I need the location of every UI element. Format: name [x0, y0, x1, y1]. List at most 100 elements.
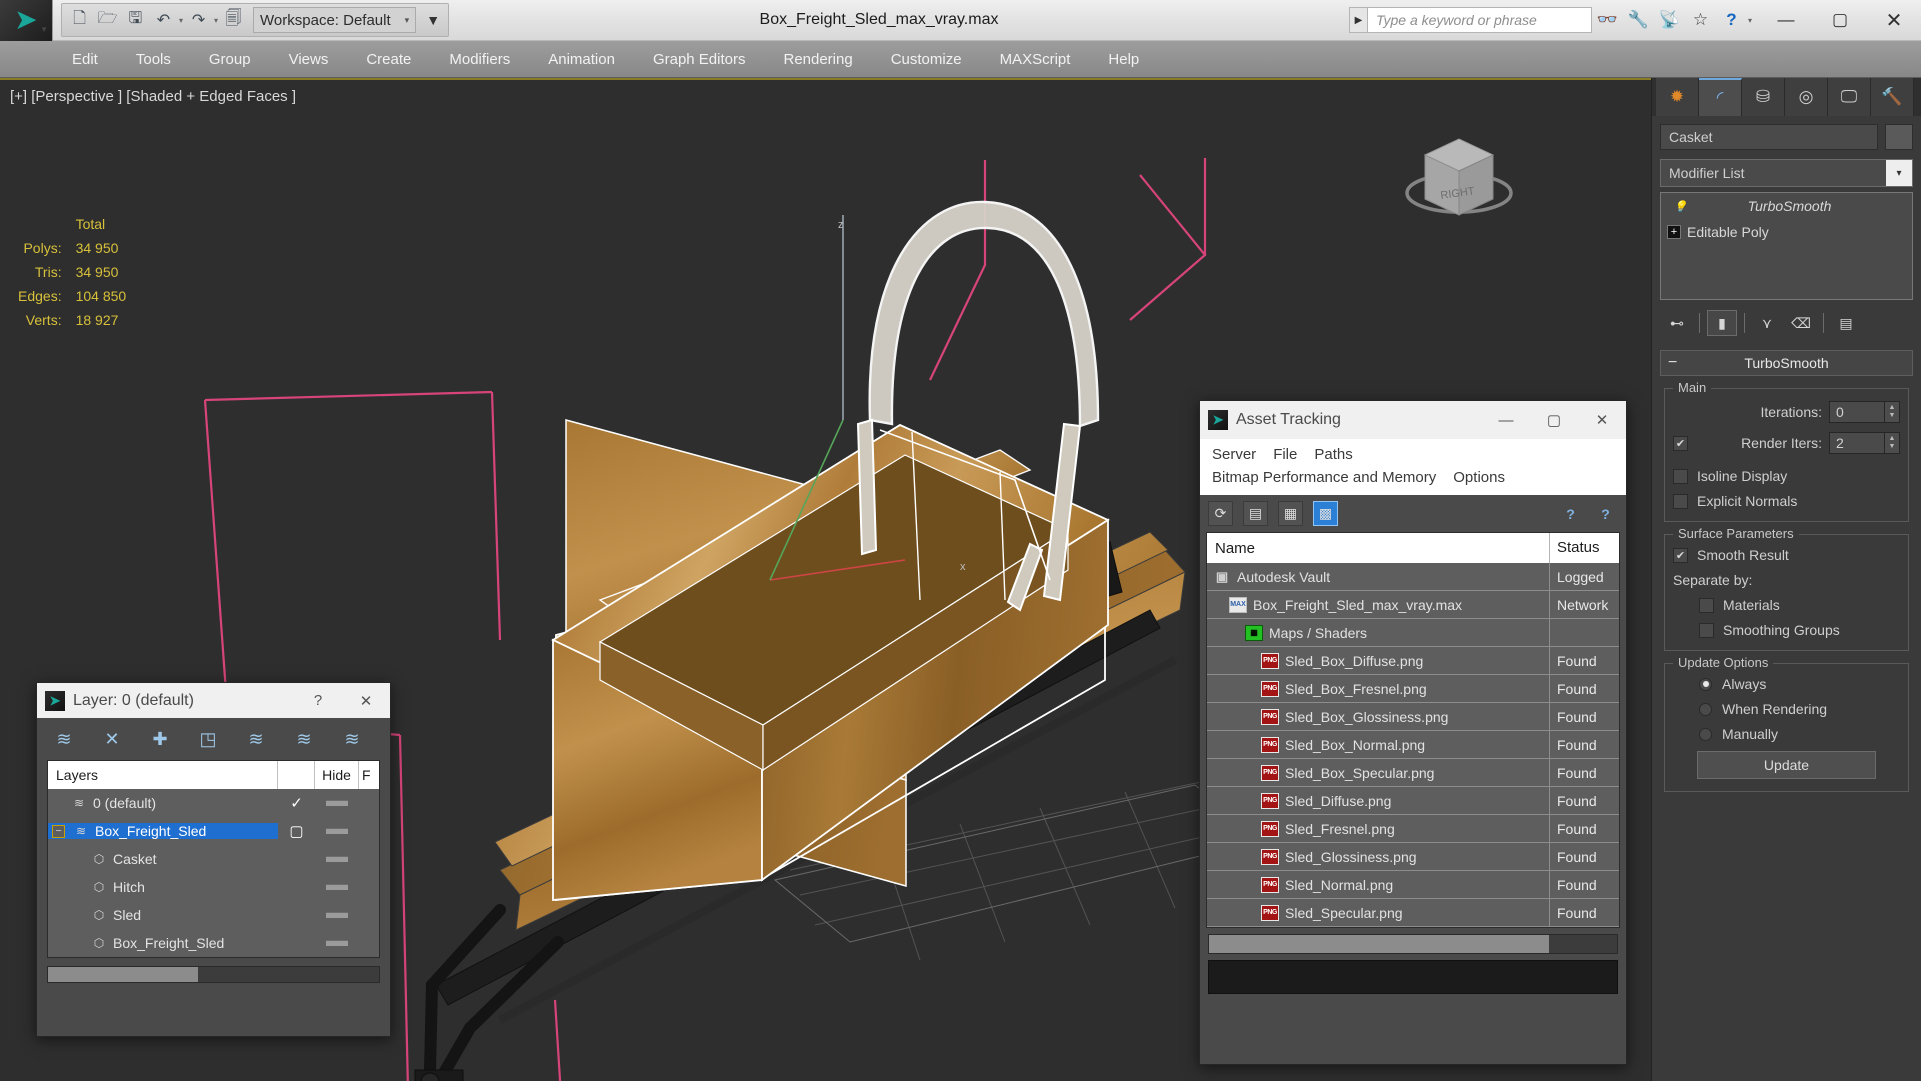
asset-row[interactable]: PNG Sled_Box_Diffuse.png Found: [1207, 646, 1619, 675]
asset-scrollbar-thumb[interactable]: [1209, 935, 1549, 953]
redo-icon[interactable]: ↷: [185, 6, 212, 34]
expander-icon[interactable]: −: [52, 824, 65, 838]
open-file-icon[interactable]: 🗁: [94, 6, 121, 34]
close-button[interactable]: ✕: [1867, 0, 1921, 41]
asset-menu-options[interactable]: Options: [1447, 466, 1516, 489]
menu-item-modifiers[interactable]: Modifiers: [430, 41, 529, 78]
layer-hide-toggle[interactable]: [315, 884, 359, 890]
utilities-tab[interactable]: 🔨: [1871, 78, 1914, 116]
menu-item-rendering[interactable]: Rendering: [764, 41, 871, 78]
asset-row[interactable]: PNG Sled_Fresnel.png Found: [1207, 814, 1619, 843]
layer-scrollbar-thumb[interactable]: [48, 967, 198, 982]
update-button[interactable]: Update: [1697, 751, 1876, 779]
layer-column-hide[interactable]: Hide: [315, 761, 359, 789]
asset-close-button[interactable]: ✕: [1578, 401, 1626, 439]
new-layer-icon[interactable]: ≋: [51, 726, 77, 752]
refresh-icon[interactable]: ⟳: [1208, 501, 1233, 526]
asset-row[interactable]: ▦ Maps / Shaders: [1207, 618, 1619, 647]
object-color-swatch[interactable]: [1885, 124, 1913, 150]
modifier-stack-item[interactable]: 💡 TurboSmooth: [1661, 193, 1912, 219]
search-input[interactable]: Type a keyword or phrase: [1366, 7, 1592, 33]
render-iters-spin-buttons[interactable]: ▲ ▼: [1885, 432, 1900, 454]
delete-layer-icon[interactable]: ✕: [99, 726, 125, 752]
binoculars-icon[interactable]: 👓: [1592, 5, 1623, 36]
render-iters-checkbox[interactable]: [1673, 435, 1688, 451]
iterations-spin-buttons[interactable]: ▲ ▼: [1885, 401, 1900, 423]
asset-menu-file[interactable]: File: [1267, 443, 1308, 466]
asset-tracking-titlebar[interactable]: ➤ Asset Tracking — ▢ ✕: [1200, 401, 1626, 439]
layer-row[interactable]: ⬡ Hitch: [48, 873, 379, 901]
layer-row[interactable]: ⬡ Box_Freight_Sled: [48, 929, 379, 957]
asset-menu-bitmap-performance-and-memory[interactable]: Bitmap Performance and Memory: [1206, 466, 1447, 489]
minimize-button[interactable]: —: [1759, 0, 1813, 41]
asset-row[interactable]: PNG Sled_Glossiness.png Found: [1207, 842, 1619, 871]
smoothing-groups-checkbox[interactable]: [1699, 622, 1714, 638]
select-objects-icon[interactable]: ◳: [195, 726, 221, 752]
iterations-field[interactable]: 0: [1829, 401, 1885, 423]
highlight-selected-objects-icon[interactable]: ≋: [291, 726, 317, 752]
help-question-icon[interactable]: ?: [1593, 501, 1618, 526]
maximize-button[interactable]: ▢: [1813, 0, 1867, 41]
layer-row[interactable]: − ≋ Box_Freight_Sled ▢: [48, 817, 379, 845]
asset-row[interactable]: ▣ Autodesk Vault Logged: [1207, 562, 1619, 591]
menu-item-views[interactable]: Views: [270, 41, 348, 78]
display-tab[interactable]: 🖵: [1828, 78, 1871, 116]
menu-item-tools[interactable]: Tools: [117, 41, 190, 78]
layer-properties-icon[interactable]: ≋: [339, 726, 365, 752]
update-option-row[interactable]: When Rendering: [1673, 701, 1900, 717]
layer-help-button[interactable]: ?: [294, 682, 342, 720]
asset-row[interactable]: PNG Sled_Diffuse.png Found: [1207, 786, 1619, 815]
list-view-icon[interactable]: ▤: [1243, 501, 1268, 526]
asset-row[interactable]: PNG Sled_Box_Glossiness.png Found: [1207, 702, 1619, 731]
viewport-label[interactable]: [+] [Perspective ] [Shaded + Edged Faces…: [10, 88, 296, 105]
wrench-icon[interactable]: 🔧: [1623, 5, 1654, 36]
help-icon[interactable]: ?: [1716, 5, 1747, 36]
render-iters-stepper[interactable]: 2 ▲ ▼: [1829, 432, 1900, 454]
remove-modifier-icon[interactable]: ⌫: [1786, 310, 1816, 336]
menu-item-create[interactable]: Create: [347, 41, 430, 78]
new-file-icon[interactable]: 🗋: [66, 6, 93, 34]
layer-hide-toggle[interactable]: [315, 856, 359, 862]
layer-close-button[interactable]: ✕: [342, 682, 390, 720]
asset-row[interactable]: PNG Sled_Normal.png Found: [1207, 870, 1619, 899]
layer-hide-toggle[interactable]: [315, 800, 359, 806]
layer-hide-toggle[interactable]: [315, 828, 359, 834]
asset-horizontal-scrollbar[interactable]: [1208, 934, 1618, 954]
radio-manually[interactable]: [1699, 727, 1712, 741]
menu-item-group[interactable]: Group: [190, 41, 270, 78]
asset-menu-paths[interactable]: Paths: [1308, 443, 1363, 466]
modify-tab[interactable]: ◜: [1699, 78, 1742, 116]
layer-active-marker[interactable]: ▢: [278, 822, 315, 840]
save-file-icon[interactable]: 🖫: [122, 6, 149, 34]
layer-active-marker[interactable]: ✓: [278, 794, 315, 812]
help-world-icon[interactable]: ?: [1558, 501, 1583, 526]
asset-row[interactable]: MAX Box_Freight_Sled_max_vray.max Network: [1207, 590, 1619, 619]
menu-item-help[interactable]: Help: [1089, 41, 1158, 78]
layer-row[interactable]: ⬡ Casket: [48, 845, 379, 873]
asset-minimize-button[interactable]: —: [1482, 401, 1530, 439]
modifier-stack[interactable]: 💡 TurboSmooth + Editable Poly: [1660, 192, 1913, 300]
viewcube[interactable]: RIGHT: [1389, 115, 1529, 235]
layer-row[interactable]: ⬡ Sled: [48, 901, 379, 929]
satellite-icon[interactable]: 📡: [1654, 5, 1685, 36]
menu-item-customize[interactable]: Customize: [872, 41, 981, 78]
make-unique-icon[interactable]: ⋎: [1752, 310, 1782, 336]
modifier-stack-item[interactable]: + Editable Poly: [1661, 219, 1912, 245]
explicit-normals-checkbox[interactable]: [1673, 493, 1688, 509]
menu-item-maxscript[interactable]: MAXScript: [981, 41, 1090, 78]
layer-dialog-titlebar[interactable]: ➤ Layer: 0 (default) ? ✕: [37, 683, 390, 718]
turbosmooth-rollup-header[interactable]: − TurboSmooth: [1660, 350, 1913, 376]
radio-when-rendering[interactable]: [1699, 702, 1712, 716]
asset-column-status[interactable]: Status: [1549, 533, 1619, 563]
pin-stack-icon[interactable]: ⊷: [1662, 310, 1692, 336]
layer-hide-toggle[interactable]: [315, 940, 359, 946]
update-option-row[interactable]: Always: [1673, 676, 1900, 692]
add-layer-icon[interactable]: ✚: [147, 726, 173, 752]
configure-modifier-sets-icon[interactable]: ▤: [1831, 310, 1861, 336]
layer-horizontal-scrollbar[interactable]: [47, 966, 380, 983]
help-dropdown-icon[interactable]: ▾: [1747, 16, 1753, 25]
asset-row[interactable]: PNG Sled_Box_Specular.png Found: [1207, 758, 1619, 787]
menu-item-graph-editors[interactable]: Graph Editors: [634, 41, 765, 78]
layer-row[interactable]: ≋ 0 (default) ✓: [48, 789, 379, 817]
layer-column-freeze[interactable]: F: [359, 761, 379, 789]
